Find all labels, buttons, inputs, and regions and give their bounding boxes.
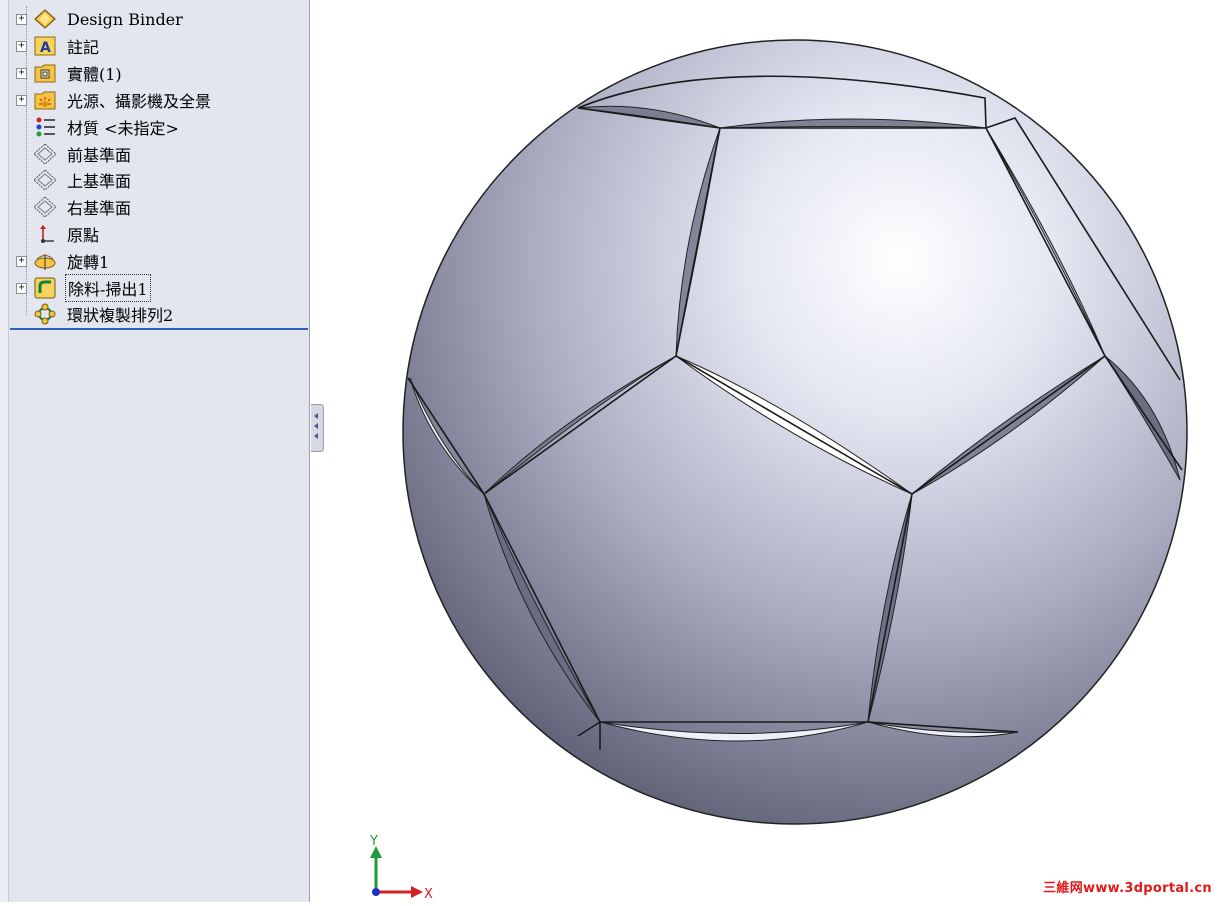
tree-item-revolve[interactable]: + 旋轉1 [16,248,111,274]
material-icon [33,116,57,138]
cut-sweep-icon [33,277,57,299]
rollback-bar[interactable] [10,328,308,330]
tree-item-label: 環狀複製排列2 [67,306,174,325]
tree-item-label: Design Binder [67,9,183,29]
tree-item-material[interactable]: 材質 <未指定> [16,114,181,140]
tree-item-label: 光源、攝影機及全景 [67,92,212,111]
tree-item-right-plane[interactable]: 右基準面 [16,194,133,220]
solid-bodies-icon [33,62,57,84]
panel-left-edge [0,0,9,902]
tree-item-cut-sweep[interactable]: + 除料-掃出1 [16,274,151,302]
triad-x-label: X [424,887,433,902]
tree-item-annotations[interactable]: + A 註記 [16,33,101,59]
tree-item-label: 註記 [67,38,100,57]
expand-toggle[interactable]: + [16,13,27,25]
tree-item-label: 前基準面 [67,146,132,165]
graphics-area[interactable]: Y X [312,0,1230,902]
tree-item-lights-cameras-scene[interactable]: + 光源、攝影機及全景 [16,87,213,113]
tree-item-circular-pattern[interactable]: 環狀複製排列2 [16,301,175,327]
triad-y-label: Y [369,834,378,849]
design-binder-icon [33,8,57,30]
tree-item-label: 除料-掃出1 [65,274,151,302]
expand-toggle[interactable]: + [16,282,27,294]
origin-icon [33,223,57,245]
tree-item-origin[interactable]: 原點 [16,221,101,247]
plane-icon [33,143,57,165]
expand-toggle[interactable]: + [16,255,27,267]
tree-item-label: 旋轉1 [67,253,110,272]
tree-item-front-plane[interactable]: 前基準面 [16,141,133,167]
lights-cameras-scene-icon [33,89,57,111]
circular-pattern-icon [33,303,57,325]
svg-text:A: A [40,40,51,56]
coordinate-triad: Y X [369,834,433,902]
soccer-ball-model[interactable] [402,39,1188,825]
tree-item-label: 上基準面 [67,172,132,191]
revolve-icon [33,250,57,272]
tree-item-label: 實體(1) [67,65,122,84]
tree-item-solid-bodies[interactable]: + 實體(1) [16,60,124,86]
expand-toggle[interactable]: + [16,40,27,52]
watermark: 三維网www.3dportal.cn [1043,881,1212,896]
feature-manager-tree: + Design Binder + A 註記 + 實體(1) + 光源、攝影機及… [0,0,310,902]
model-view: Y X [369,39,1188,902]
tree-item-label: 原點 [67,226,100,245]
plane-icon [33,169,57,191]
tree-item-design-binder[interactable]: + Design Binder [16,6,185,32]
expand-toggle[interactable]: + [16,94,27,106]
plane-icon [33,196,57,218]
expand-toggle[interactable]: + [16,67,27,79]
annotations-icon: A [33,35,57,57]
tree-item-label: 材質 <未指定> [67,119,179,138]
tree-item-label: 右基準面 [67,199,132,218]
tree-item-top-plane[interactable]: 上基準面 [16,167,133,193]
